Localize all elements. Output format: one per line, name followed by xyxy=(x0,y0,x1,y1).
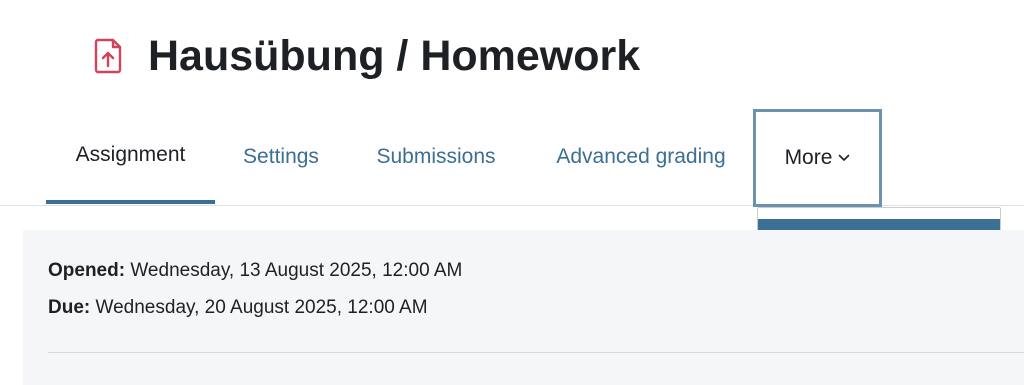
tab-assignment[interactable]: Assignment xyxy=(46,110,215,204)
tab-more-dropdown[interactable]: More xyxy=(753,109,882,207)
tab-settings[interactable]: Settings xyxy=(231,110,331,204)
divider xyxy=(48,352,1024,353)
opened-label: Opened: xyxy=(48,260,126,281)
page-header: Hausübung / Homework xyxy=(92,30,640,82)
tab-submissions[interactable]: Submissions xyxy=(355,110,517,204)
due-value: Wednesday, 20 August 2025, 12:00 AM xyxy=(95,297,428,318)
page-title: Hausübung / Homework xyxy=(148,32,641,80)
due-label: Due: xyxy=(48,297,91,318)
chevron-down-icon xyxy=(838,154,850,162)
tab-more-label: More xyxy=(784,146,833,169)
assignment-page: Hausübung / Homework Assignment Settings… xyxy=(0,0,1024,385)
opened-value: Wednesday, 13 August 2025, 12:00 AM xyxy=(130,260,463,281)
due-date: Due: Wednesday, 20 August 2025, 12:00 AM xyxy=(48,297,428,319)
activity-dates: Opened: Wednesday, 13 August 2025, 12:00… xyxy=(23,230,1024,385)
tab-advanced-grading[interactable]: Advanced grading xyxy=(536,110,746,204)
opened-date: Opened: Wednesday, 13 August 2025, 12:00… xyxy=(48,260,462,282)
file-upload-icon xyxy=(92,36,126,76)
secondary-navigation: Assignment Settings Submissions Advanced… xyxy=(0,109,1024,207)
